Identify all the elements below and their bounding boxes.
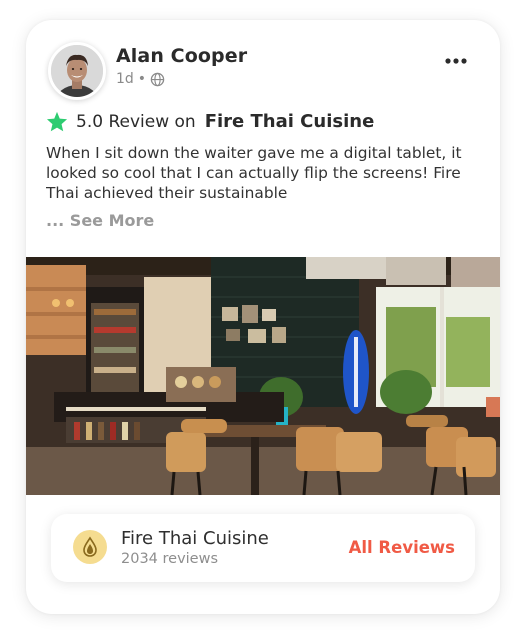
review-body: When I sit down the waiter gave me a dig… bbox=[46, 144, 462, 202]
see-more-link[interactable]: ... See More bbox=[46, 211, 154, 230]
avatar[interactable] bbox=[48, 42, 106, 100]
restaurant-interior-photo[interactable] bbox=[26, 257, 500, 495]
review-count: 2034 reviews bbox=[121, 551, 219, 567]
post-time: 1d bbox=[116, 71, 134, 87]
restaurant-link[interactable]: Fire Thai Cuisine bbox=[205, 111, 375, 132]
rating-row: 5.0 Review on Fire Thai Cuisine bbox=[46, 111, 374, 132]
meta-separator: • bbox=[137, 71, 147, 87]
review-card: Alan Cooper 1d • 5.0 Review on Fire Thai… bbox=[26, 20, 500, 614]
star-icon bbox=[46, 111, 68, 132]
post-meta: 1d • bbox=[116, 71, 165, 87]
avatar-portrait bbox=[51, 45, 103, 97]
business-summary-card[interactable]: Fire Thai Cuisine 2034 reviews All Revie… bbox=[51, 514, 475, 582]
rating-text: 5.0 Review on bbox=[76, 111, 196, 132]
more-options-icon[interactable] bbox=[444, 52, 468, 64]
flame-drop-icon bbox=[73, 530, 107, 564]
all-reviews-link[interactable]: All Reviews bbox=[349, 538, 455, 557]
globe-icon bbox=[150, 72, 165, 87]
author-name[interactable]: Alan Cooper bbox=[116, 45, 247, 67]
business-name[interactable]: Fire Thai Cuisine bbox=[121, 528, 269, 549]
